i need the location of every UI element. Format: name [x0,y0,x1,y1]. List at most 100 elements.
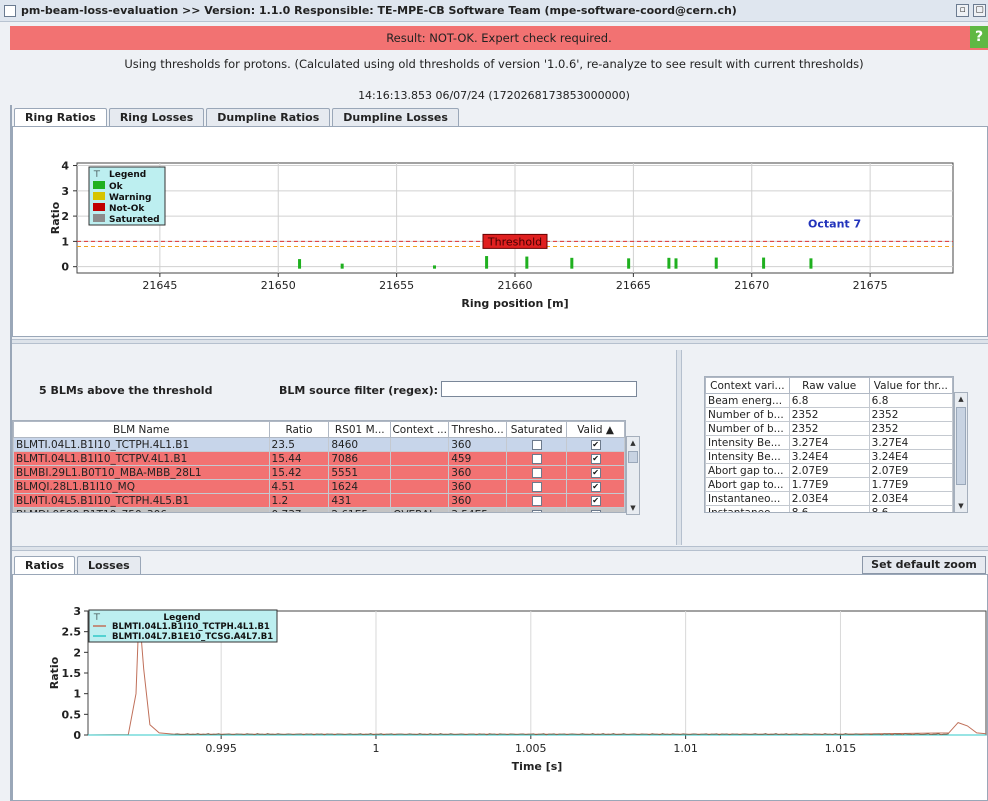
blm-count-label: 5 BLMs above the threshold [39,384,213,397]
context-table-row[interactable]: Number of b... 2352 2352 [705,421,953,436]
context-table-row[interactable]: Intensity Be... 3.24E4 3.24E4 [705,449,953,464]
blm-cell-rs01: 431 [328,493,392,508]
x-axis-label: Time [s] [512,760,563,773]
valid-checkbox: ✔ [590,453,601,464]
tab-losses[interactable]: Losses [77,556,141,574]
tab-ring-ratios[interactable]: Ring Ratios [14,108,107,126]
blm-table-viewport: BLM Name Ratio RS01 M... Context ... Thresho… [12,420,626,513]
x-tick-label: 1.015 [825,742,857,755]
context-table-row[interactable]: Beam energ... 6.8 6.8 [705,393,953,408]
context-table-row[interactable]: Number of b... 2352 2352 [705,407,953,422]
data-bar [433,265,437,269]
y-tick-label: 2.5 [62,626,82,639]
context-table-row[interactable]: Intensity Be... 3.27E4 3.27E4 [705,435,953,450]
context-column-header[interactable]: Value for thr... [868,377,953,394]
legend-entry: Saturated [109,215,160,225]
context-cell: Intensity Be... [705,449,790,464]
blm-column-header[interactable]: RS01 M... [328,421,392,438]
context-cell: 3.27E4 [788,435,870,450]
blm-table-row[interactable]: BLMTI.04L1.B1I10_TCTPV.4L1.B1 15.44 7086 45… [13,451,625,466]
saturated-checkbox [531,495,542,506]
context-cell: 8.6 [788,505,870,512]
blm-cell-context [390,479,450,494]
scroll-down-icon[interactable]: ▼ [627,502,639,514]
maximize-icon[interactable]: ▢ [973,4,986,17]
context-table-row[interactable]: Abort gap to... 2.07E9 2.07E9 [705,463,953,478]
blm-column-header[interactable]: Thresho... [448,421,508,438]
blm-table-row[interactable]: BLMTI.04L1.B1I10_TCTPH.4L1.B1 23.5 8460 360… [13,437,625,452]
context-table-row[interactable]: Abort gap to... 1.77E9 1.77E9 [705,477,953,492]
blm-cell-threshold: 360 [448,479,508,494]
context-cell: 2.07E9 [868,463,953,478]
valid-checkbox-cell: ✔ [566,437,625,452]
context-table-row[interactable]: Instantaneo... 8.6 8.6 [705,505,953,512]
context-cell: Number of b... [705,421,790,436]
y-tick-label: 1 [73,688,81,701]
y-axis-label: Ratio [48,656,61,689]
context-cell: Intensity Be... [705,435,790,450]
ring-ratio-chart[interactable]: 21645 21650 21655 21660 21665 21670 21675 0 1 2 3 4… [13,127,988,338]
legend-entry: BLMTI.04L7.B1E10_TCSG.A4L7.B1 [112,632,273,642]
help-button[interactable]: ? [970,26,988,48]
blm-column-header[interactable]: Saturated [506,421,568,438]
scroll-thumb[interactable] [956,407,966,485]
vertical-splitter[interactable] [676,350,682,545]
context-column-header[interactable]: Raw value [788,377,870,394]
set-default-zoom-button[interactable]: Set default zoom [862,556,986,574]
scroll-thumb[interactable] [628,451,638,463]
blm-column-header[interactable]: Context ... [390,421,450,438]
context-cell: 1.77E9 [788,477,870,492]
data-bar [298,259,302,269]
y-tick-label: 1 [61,235,69,248]
scroll-down-icon[interactable]: ▼ [955,500,967,512]
blm-table-row[interactable]: BLMBI.29L1.B0T10_MBA-MBB_28L1 15.42 5551 36… [13,465,625,480]
context-table-row[interactable]: Instantaneo... 2.03E4 2.03E4 [705,491,953,506]
context-cell: Beam energ... [705,393,790,408]
blm-filter-input[interactable] [441,381,637,397]
saturated-checkbox-cell [506,479,568,494]
y-tick-label: 0 [73,729,81,742]
blm-table-row[interactable]: BLMTI.04L5.B1I10_TCTPH.4L5.B1 1.2 431 360 ✔ [13,493,625,508]
context-cell: 3.24E4 [868,449,953,464]
legend-pin-icon: ⊤ [93,170,101,180]
context-cell: 2.07E9 [788,463,870,478]
time-ratio-chart[interactable]: 0.995 1 1.005 1.01 1.015 0 0.5 1 1.5 2 2.5 3 Time [s… [13,575,988,801]
tab-ring-losses[interactable]: Ring Losses [108,108,205,126]
context-cell: Instantaneo... [705,505,790,512]
y-tick-label: 2 [73,646,81,659]
blm-column-header[interactable]: Ratio [268,421,330,438]
data-bar [809,258,813,269]
context-cell: 2352 [788,407,870,422]
blm-cell-context: OVERAL [390,507,450,512]
data-bar [762,257,766,269]
blm-table-row[interactable]: BLMQI.28L1.B1I10_MQ 4.51 1624 360 ✔ [13,479,625,494]
context-column-header[interactable]: Context vari... [705,377,790,394]
blm-column-header[interactable]: Valid ▲ [566,421,625,438]
blm-table-scrollbar[interactable]: ▲ ▼ [626,436,640,515]
blm-table: BLM Name Ratio RS01 M... Context ... Thresho… [13,421,625,512]
context-cell: Abort gap to... [705,463,790,478]
blm-table-row[interactable]: BLMDI.9590.B1T10_750_3060.7372.61E5OVERA… [13,507,625,512]
legend-entry: BLMTI.04L1.B1I10_TCTPH.4L1.B1 [112,622,270,632]
data-bar [714,257,718,269]
context-table-scrollbar[interactable]: ▲ ▼ [954,392,968,513]
tab-ratios[interactable]: Ratios [14,556,76,574]
filter-label: BLM source filter (regex): [279,384,439,397]
valid-checkbox-cell: ✔ [566,465,625,480]
context-cell: 2352 [788,421,870,436]
legend-swatch [93,214,105,222]
horizontal-splitter-top[interactable] [12,339,988,344]
tab-dumpline-losses[interactable]: Dumpline Losses [332,108,459,126]
context-cell: 2352 [868,421,953,436]
minimize-icon[interactable]: ▫ [956,4,969,17]
legend-pin-icon: ⊤ [93,613,101,623]
context-cell: Abort gap to... [705,477,790,492]
tab-dumpline-ratios[interactable]: Dumpline Ratios [206,108,331,126]
blm-cell-context [390,451,450,466]
legend-entry: Not-Ok [109,204,145,214]
scroll-up-icon[interactable]: ▲ [627,437,639,449]
horizontal-splitter-bottom[interactable] [12,546,988,551]
x-tick-label: 21670 [734,279,769,292]
blm-column-header[interactable]: BLM Name [13,421,270,438]
scroll-up-icon[interactable]: ▲ [955,393,967,405]
